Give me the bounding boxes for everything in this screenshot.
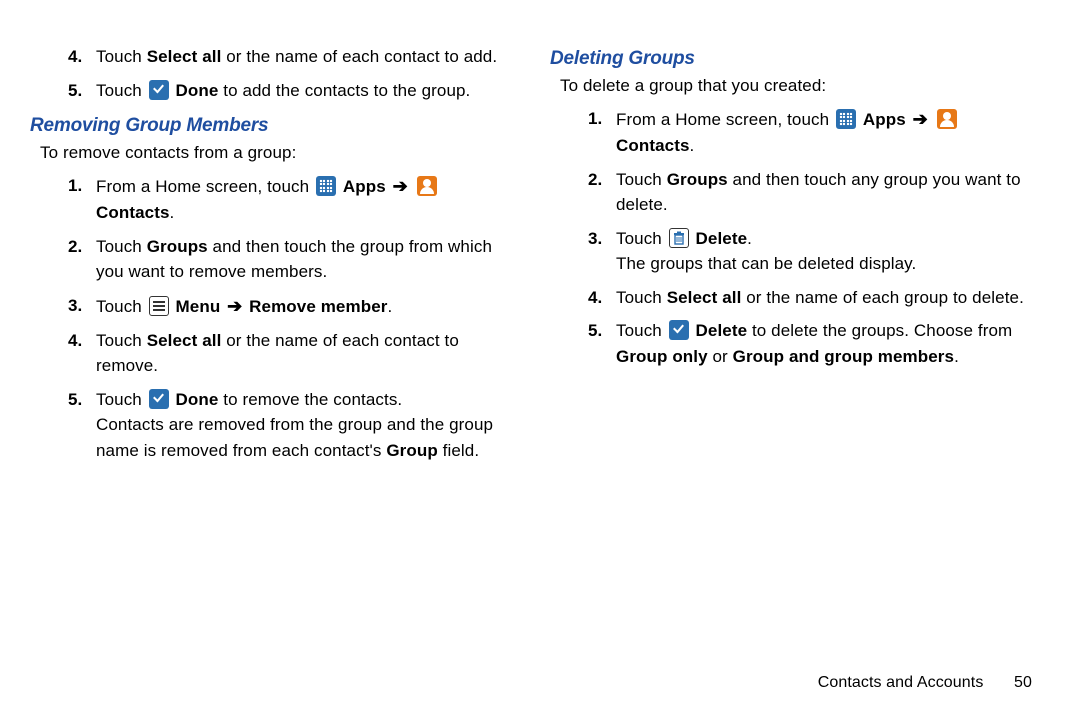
page-number: 50 xyxy=(1014,674,1032,691)
text: Touch xyxy=(96,237,147,256)
text: Touch xyxy=(616,229,667,248)
text: field. xyxy=(438,441,479,460)
bold: Groups xyxy=(667,170,728,189)
page-content: 4. Touch Select all or the name of each … xyxy=(0,0,1080,467)
bold: Apps xyxy=(343,177,386,196)
bold: Done xyxy=(176,390,219,409)
sub-text: Contacts are removed from the group and … xyxy=(96,412,520,463)
text: to remove the contacts. xyxy=(218,390,402,409)
bold: Contacts xyxy=(96,203,170,222)
text: Touch xyxy=(616,170,667,189)
intro-text: To remove contacts from a group: xyxy=(40,143,520,163)
text: to delete the groups. Choose from xyxy=(747,321,1012,340)
removing-steps: 1. From a Home screen, touch Apps ➔ Cont… xyxy=(30,169,520,467)
text: . xyxy=(387,297,392,316)
text: Touch xyxy=(96,81,147,100)
step-3: 3. Touch Menu ➔ Remove member. xyxy=(68,289,520,324)
text: Touch xyxy=(96,390,147,409)
step-2: 2. Touch Groups and then touch any group… xyxy=(588,163,1040,222)
step-1: 1. From a Home screen, touch Apps ➔ Cont… xyxy=(588,102,1040,163)
check-icon xyxy=(669,320,689,340)
bold: Menu xyxy=(176,297,221,316)
text: to add the contacts to the group. xyxy=(218,81,470,100)
text: or xyxy=(708,347,733,366)
intro-text: To delete a group that you created: xyxy=(560,76,1040,96)
trash-icon xyxy=(669,228,689,248)
arrow-icon: ➔ xyxy=(911,109,930,129)
check-icon xyxy=(149,80,169,100)
bold: Select all xyxy=(667,288,742,307)
bold: Select all xyxy=(147,47,222,66)
step-5: 5. Touch Delete to delete the groups. Ch… xyxy=(588,314,1040,373)
menu-icon xyxy=(149,296,169,316)
step-1: 1. From a Home screen, touch Apps ➔ Cont… xyxy=(68,169,520,230)
step-5: 5. Touch Done to remove the contacts. Co… xyxy=(68,383,520,468)
text: From a Home screen, touch xyxy=(616,110,834,129)
text: Touch xyxy=(96,297,147,316)
text: or the name of each contact to add. xyxy=(221,47,497,66)
section-heading-removing: Removing Group Members xyxy=(30,115,520,137)
page-footer: Contacts and Accounts 50 xyxy=(818,674,1032,692)
arrow-icon: ➔ xyxy=(225,296,244,316)
step-4: 4. Touch Select all or the name of each … xyxy=(68,324,520,383)
bold: Select all xyxy=(147,331,222,350)
text: . xyxy=(690,136,695,155)
text: Touch xyxy=(96,47,147,66)
bold: Delete xyxy=(696,229,748,248)
text: . xyxy=(170,203,175,222)
pre-steps-list: 4. Touch Select all or the name of each … xyxy=(30,40,520,107)
section-name: Contacts and Accounts xyxy=(818,674,984,691)
apps-icon xyxy=(316,176,336,196)
apps-icon xyxy=(836,109,856,129)
text: Touch xyxy=(616,288,667,307)
text: From a Home screen, touch xyxy=(96,177,314,196)
text: . xyxy=(954,347,959,366)
bold: Group only xyxy=(616,347,708,366)
left-column: 4. Touch Select all or the name of each … xyxy=(30,40,520,467)
step-2: 2. Touch Groups and then touch the group… xyxy=(68,230,520,289)
step-4: 4. Touch Select all or the name of each … xyxy=(588,281,1040,315)
bold: Delete xyxy=(696,321,748,340)
arrow-icon: ➔ xyxy=(391,176,410,196)
sub-text: The groups that can be deleted display. xyxy=(616,251,1040,277)
bold: Contacts xyxy=(616,136,690,155)
text: or the name of each group to delete. xyxy=(741,288,1024,307)
step-4: 4. Touch Select all or the name of each … xyxy=(68,40,520,74)
text: Touch xyxy=(96,331,147,350)
step-5: 5. Touch Done to add the contacts to the… xyxy=(68,74,520,108)
bold: Apps xyxy=(863,110,906,129)
step-3: 3. Touch Delete. The groups that can be … xyxy=(588,222,1040,281)
text: . xyxy=(747,229,752,248)
contacts-icon xyxy=(937,109,957,129)
bold: Groups xyxy=(147,237,208,256)
deleting-steps: 1. From a Home screen, touch Apps ➔ Cont… xyxy=(550,102,1040,373)
bold: Group and group members xyxy=(733,347,954,366)
bold: Done xyxy=(176,81,219,100)
section-heading-deleting: Deleting Groups xyxy=(550,48,1040,70)
check-icon xyxy=(149,389,169,409)
contacts-icon xyxy=(417,176,437,196)
text: Touch xyxy=(616,321,667,340)
right-column: Deleting Groups To delete a group that y… xyxy=(550,40,1040,467)
bold: Remove member xyxy=(249,297,387,316)
bold: Group xyxy=(386,441,438,460)
